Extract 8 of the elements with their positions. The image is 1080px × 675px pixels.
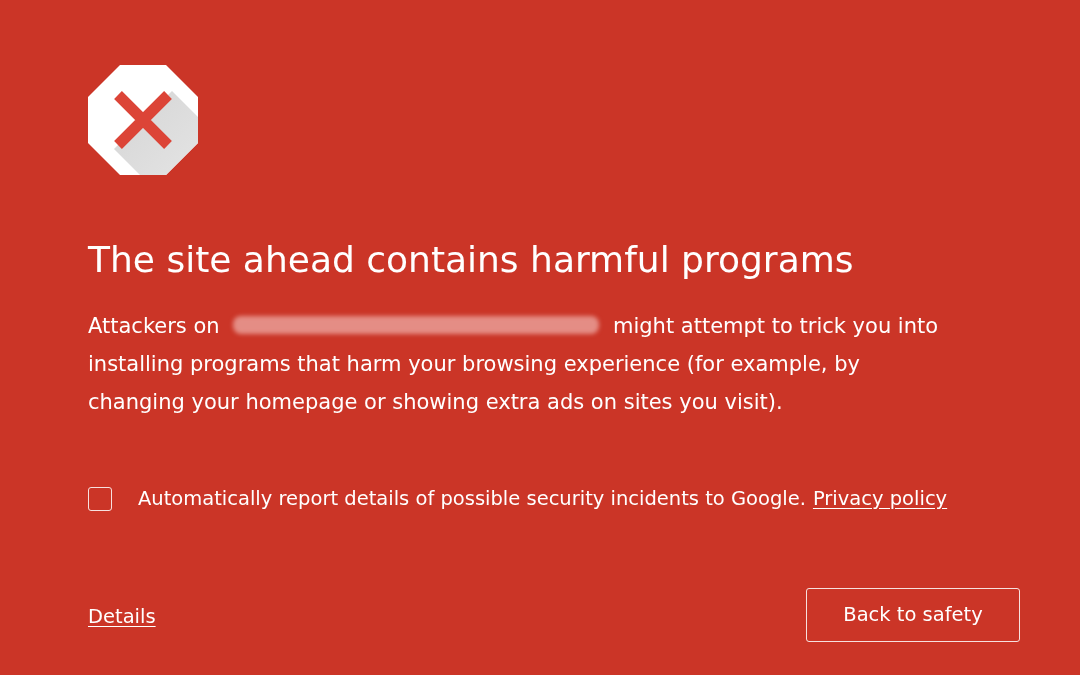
report-checkbox[interactable] (88, 487, 112, 511)
privacy-policy-link[interactable]: Privacy policy (812, 486, 948, 512)
report-option-label: Automatically report details of possible security incidents to Google. (138, 486, 806, 512)
warning-message: Attackers on might attempt to trick you into installing programs that harm your browsing experience (for example, by changing your homepage or showing extra ads on sites you visit). (88, 307, 950, 421)
details-link[interactable]: Details (88, 604, 156, 630)
error-octagon-icon (88, 65, 198, 175)
page-heading: The site ahead contains harmful programs (88, 238, 854, 282)
back-to-safety-button[interactable]: Back to safety (806, 588, 1020, 642)
